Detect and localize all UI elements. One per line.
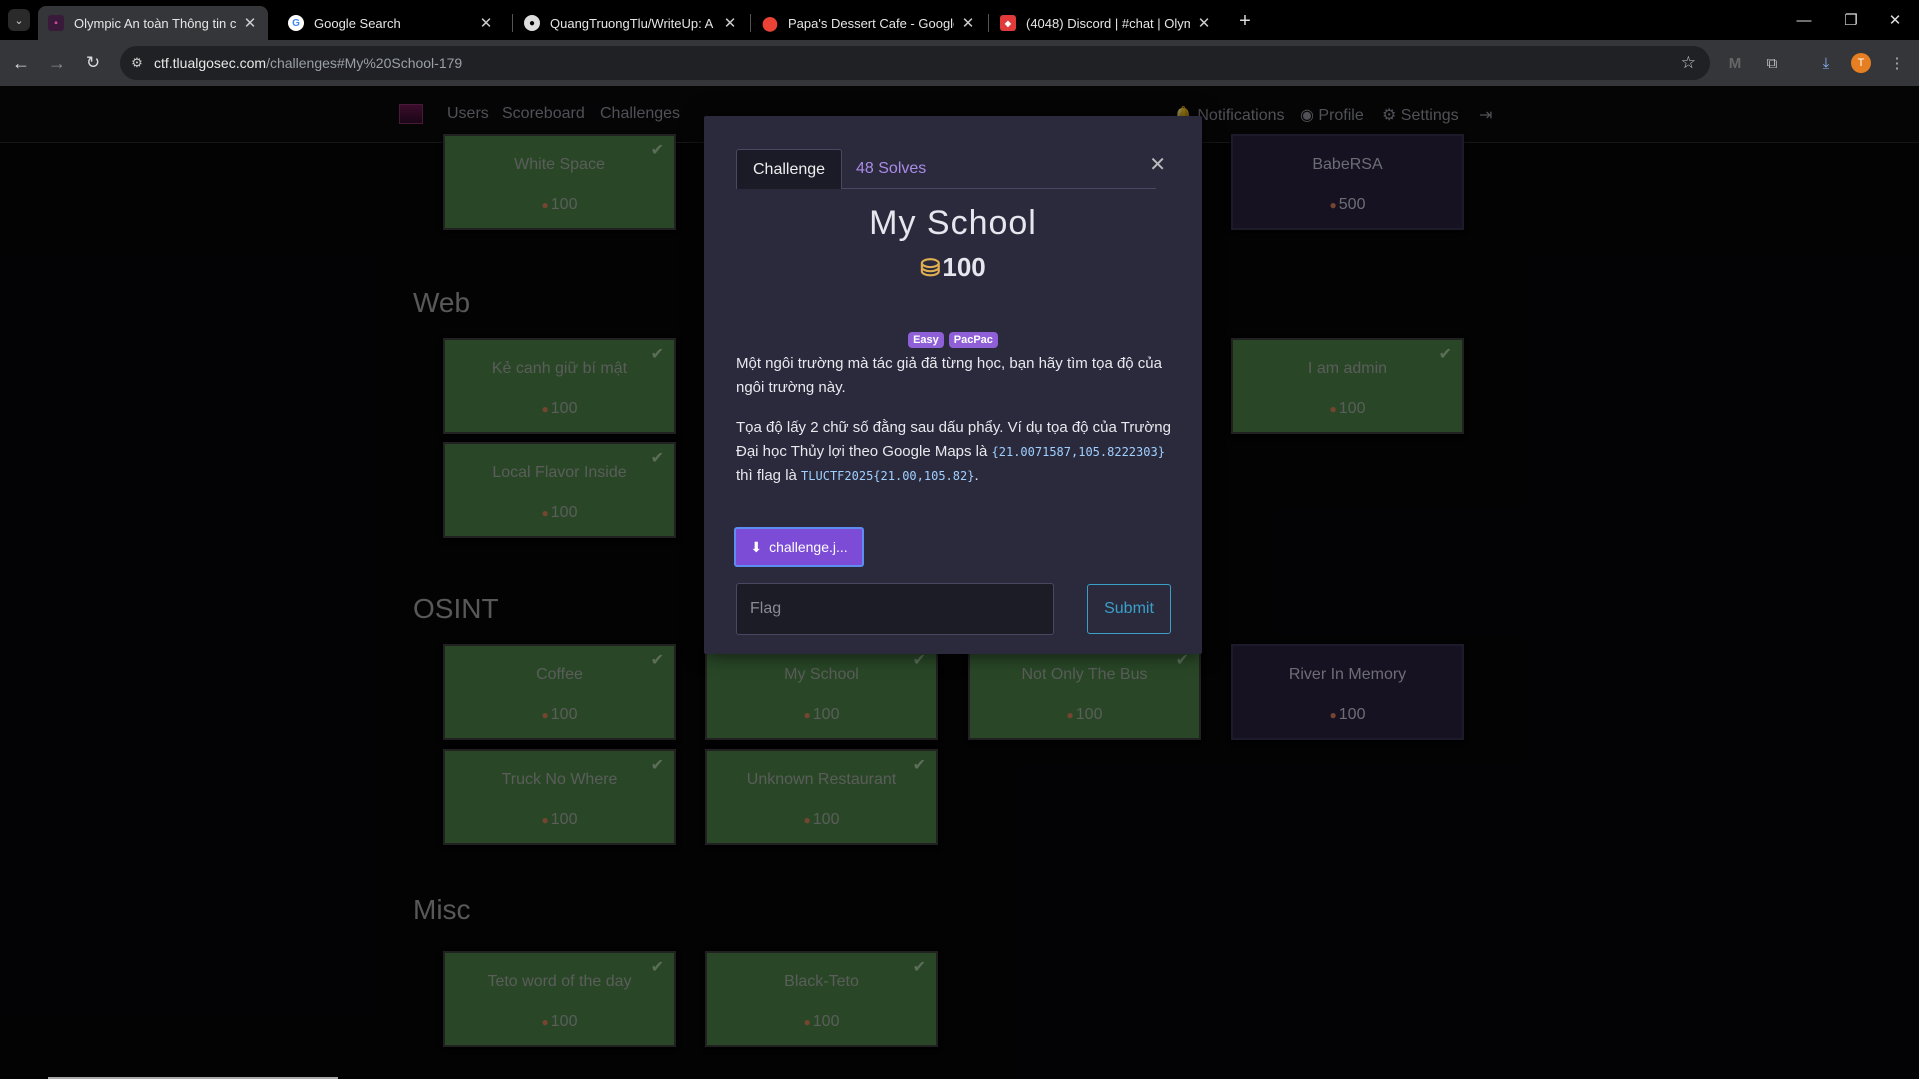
browser-tab-maps[interactable]: ⬤ Papa's Dessert Cafe - Google M ✕	[752, 6, 986, 40]
maps-pin-icon: ⬤	[762, 14, 778, 31]
tag-badge: PacPac	[948, 332, 998, 348]
browser-tab-discord[interactable]: ◆ (4048) Discord | #chat | Olympic ✕	[990, 6, 1222, 40]
tab-title: QuangTruongTlu/WriteUp: A pl	[550, 15, 716, 31]
browser-tab-github[interactable]: ● QuangTruongTlu/WriteUp: A pl ✕	[514, 6, 748, 40]
url-host: ctf.tlualgosec.com	[154, 55, 267, 71]
tab-title: Olympic An toàn Thông tin cấp	[74, 15, 236, 31]
tab-separator	[988, 14, 989, 32]
back-arrow-icon[interactable]: ←	[8, 50, 34, 76]
forward-arrow-icon[interactable]: →	[44, 50, 70, 76]
downloads-icon[interactable]: ⤓	[1815, 52, 1837, 74]
tab-challenge[interactable]: Challenge	[736, 149, 843, 189]
example-coordinates-code: {21.0071587,105.8222303}	[991, 445, 1165, 459]
bookmark-star-icon[interactable]: ☆	[1681, 53, 1696, 73]
ctf-page: Users Scoreboard Challenges 🔔 Notificati…	[0, 86, 1919, 1079]
restore-icon[interactable]: ❐	[1828, 6, 1874, 34]
browser-tab-google[interactable]: G Google Search ✕	[278, 6, 504, 40]
description-paragraph: Tọa độ lấy 2 chữ số đằng sau dấu phẩy. V…	[736, 416, 1176, 488]
extensions-puzzle-icon[interactable]: ⧉	[1761, 52, 1783, 74]
download-file-button[interactable]: ⬇ challenge.j...	[734, 527, 864, 567]
description-text: thì flag là	[736, 467, 802, 484]
browser-tab-ctf[interactable]: ▪ Olympic An toàn Thông tin cấp ✕	[38, 6, 268, 40]
tab-search-chevron-icon[interactable]: ⌄	[8, 9, 30, 31]
github-icon: ●	[524, 15, 540, 31]
url-path: /challenges#My%20School-179	[266, 55, 463, 71]
ctf-logo-icon: ▪	[48, 15, 64, 31]
description-paragraph: Một ngôi trường mà tác giả đã từng học, …	[736, 355, 1162, 396]
coins-icon: ⛁	[920, 255, 941, 282]
challenge-title: My School	[869, 204, 1037, 242]
challenge-tags: Easy PacPac	[704, 332, 1202, 348]
tab-separator	[512, 14, 513, 32]
minimize-icon[interactable]: —	[1781, 6, 1827, 34]
challenge-value-number: 100	[942, 252, 986, 282]
google-icon: G	[288, 15, 304, 31]
tab-title: Papa's Dessert Cafe - Google M	[788, 15, 954, 31]
challenge-value: ⛁100	[704, 252, 1202, 283]
challenge-description: Một ngôi trường mà tác giả đã từng học, …	[736, 352, 1176, 504]
example-flag-code: TLUCTF2025{21.00,105.82}	[801, 469, 975, 483]
download-icon: ⬇	[750, 538, 763, 555]
new-tab-plus-icon[interactable]: +	[1232, 8, 1258, 34]
description-text: .	[974, 467, 979, 484]
tag-badge: Easy	[908, 332, 944, 348]
flag-input[interactable]	[736, 583, 1054, 635]
close-tab-icon[interactable]: ✕	[960, 14, 976, 32]
url-text: ctf.tlualgosec.com/challenges#My%20Schoo…	[154, 55, 462, 71]
discord-icon: ◆	[1000, 15, 1016, 31]
close-tab-icon[interactable]: ✕	[242, 14, 258, 32]
close-tab-icon[interactable]: ✕	[722, 14, 738, 32]
tab-title: Google Search	[314, 15, 401, 31]
profile-avatar[interactable]: T	[1851, 53, 1871, 73]
browser-toolbar: ← → ↻ ⚙ ctf.tlualgosec.com/challenges#My…	[0, 40, 1919, 86]
tab-title: (4048) Discord | #chat | Olympic	[1026, 15, 1190, 31]
close-icon[interactable]: ✕	[1149, 152, 1166, 177]
challenge-modal: Challenge 48 Solves ✕ My School ⛁100 Eas…	[704, 116, 1202, 654]
extension-m-icon[interactable]: M	[1724, 52, 1746, 74]
download-file-label: challenge.j...	[769, 539, 848, 555]
browser-tab-bar: ⌄ ▪ Olympic An toàn Thông tin cấp ✕ G Go…	[0, 0, 1919, 40]
reload-icon[interactable]: ↻	[80, 50, 106, 76]
close-tab-icon[interactable]: ✕	[1196, 14, 1212, 32]
browser-menu-icon[interactable]: ⋮	[1886, 52, 1908, 74]
close-window-icon[interactable]: ✕	[1872, 6, 1918, 34]
site-info-icon[interactable]: ⚙	[120, 55, 154, 71]
submit-button[interactable]: Submit	[1087, 584, 1171, 634]
tab-separator	[750, 14, 751, 32]
tab-solves[interactable]: 48 Solves	[840, 149, 942, 189]
address-bar[interactable]: ⚙ ctf.tlualgosec.com/challenges#My%20Sch…	[120, 46, 1710, 80]
modal-tabs: Challenge 48 Solves	[736, 149, 1156, 189]
close-tab-icon[interactable]: ✕	[478, 14, 494, 32]
